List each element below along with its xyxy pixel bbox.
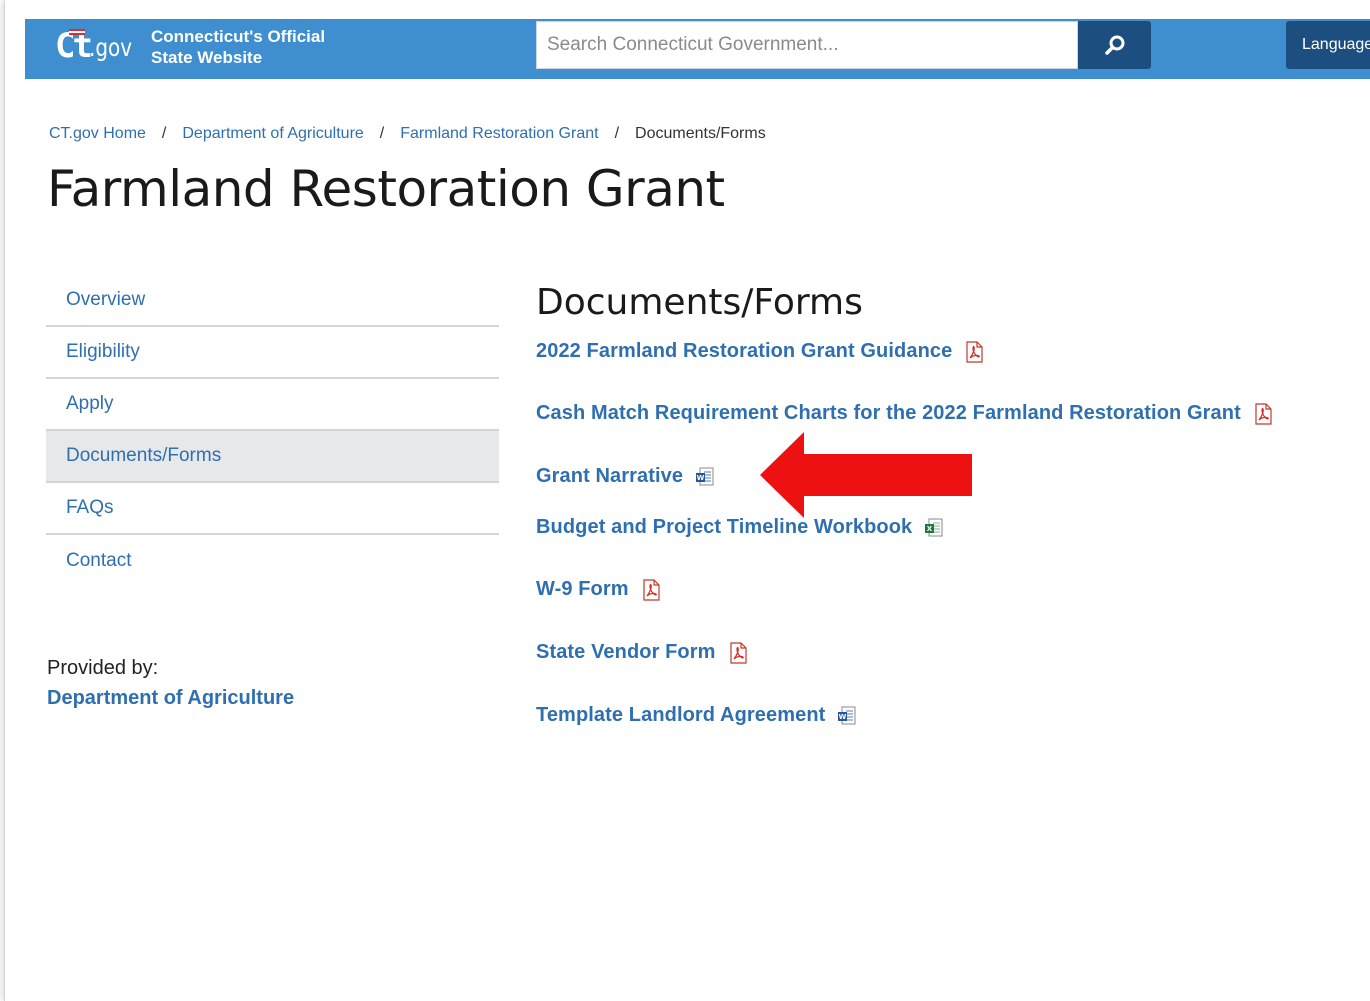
word-doc-icon: W	[838, 706, 856, 724]
breadcrumb-separator: /	[379, 125, 385, 142]
breadcrumb-link-home[interactable]: CT.gov Home	[49, 125, 146, 143]
sidebar-item-label: Apply	[66, 393, 114, 414]
search-input[interactable]	[537, 22, 1077, 68]
documents-section: Documents/Forms 2022 Farmland Restoratio…	[536, 282, 1336, 726]
provided-by: Provided by: Department of Agriculture	[47, 657, 294, 710]
doc-link-label: W-9 Form	[536, 578, 629, 600]
doc-link-label: State Vendor Form	[536, 641, 716, 663]
ct-gov-logo[interactable]: Ct .gov Connecticut's Official State Web…	[55, 22, 325, 72]
breadcrumb-link-agriculture[interactable]: Department of Agriculture	[182, 125, 363, 143]
search-button[interactable]	[1078, 21, 1151, 69]
logo-tagline-line1: Connecticut's Official	[151, 27, 326, 46]
provided-by-department-link[interactable]: Department of Agriculture	[47, 687, 294, 710]
svg-text:X: X	[927, 525, 933, 533]
search-field[interactable]	[536, 21, 1078, 69]
doc-link-guidance[interactable]: 2022 Farmland Restoration Grant Guidance	[536, 340, 984, 363]
site-header: Ct .gov Connecticut's Official State Web…	[25, 19, 1370, 79]
pdf-icon	[643, 578, 660, 601]
logo-gov-text: .gov	[89, 33, 133, 62]
svg-text:W: W	[839, 713, 847, 721]
doc-link-state-vendor-form[interactable]: State Vendor Form	[536, 641, 748, 664]
doc-link-label: Template Landlord Agreement	[536, 704, 826, 726]
breadcrumb: CT.gov Home / Department of Agriculture …	[49, 125, 766, 143]
doc-link-label: 2022 Farmland Restoration Grant Guidance	[536, 340, 953, 362]
sidebar-item-label: Contact	[66, 550, 132, 571]
svg-text:W: W	[697, 474, 705, 482]
page-title: Farmland Restoration Grant	[47, 160, 725, 218]
sidebar-item-label: FAQs	[66, 497, 114, 518]
search-icon	[1104, 35, 1124, 55]
breadcrumb-separator: /	[161, 125, 167, 142]
provided-by-label: Provided by:	[47, 657, 159, 679]
doc-link-cash-match-charts[interactable]: Cash Match Requirement Charts for the 20…	[536, 402, 1273, 425]
sidebar-nav: Overview Eligibility Apply Documents/For…	[46, 275, 499, 587]
sidebar-item-label: Documents/Forms	[66, 445, 222, 466]
sidebar-item-faqs[interactable]: FAQs	[46, 483, 499, 535]
sidebar-item-label: Eligibility	[66, 341, 140, 362]
breadcrumb-separator: /	[614, 125, 620, 142]
sidebar-item-contact[interactable]: Contact	[46, 535, 499, 587]
word-doc-icon: W	[696, 467, 714, 485]
doc-link-label: Cash Match Requirement Charts for the 20…	[536, 402, 1241, 424]
doc-link-template-landlord-agreement[interactable]: Template Landlord Agreement W	[536, 704, 857, 727]
pdf-icon	[966, 340, 983, 363]
doc-link-grant-narrative[interactable]: Grant Narrative W	[536, 465, 715, 488]
sidebar-item-documents-forms[interactable]: Documents/Forms	[46, 431, 499, 483]
sidebar-item-apply[interactable]: Apply	[46, 379, 499, 431]
browser-viewport: Ct .gov Connecticut's Official State Web…	[4, 0, 1370, 1001]
breadcrumb-link-farmland-grant[interactable]: Farmland Restoration Grant	[400, 125, 598, 143]
doc-link-label: Grant Narrative	[536, 465, 684, 487]
language-button[interactable]: Language	[1286, 21, 1370, 69]
documents-heading: Documents/Forms	[536, 282, 863, 323]
pdf-icon	[729, 641, 747, 664]
logo-tagline-line2: State Website	[151, 48, 263, 67]
pdf-icon	[1255, 402, 1272, 425]
sidebar-item-label: Overview	[66, 289, 146, 310]
logo-tagline: Connecticut's Official State Website	[151, 26, 325, 68]
doc-link-w9-form[interactable]: W-9 Form	[536, 578, 661, 601]
ct-gov-logo-mark: Ct .gov	[55, 22, 137, 72]
sidebar-item-overview[interactable]: Overview	[46, 275, 499, 327]
breadcrumb-current: Documents/Forms	[635, 125, 766, 142]
red-arrow-annotation	[760, 432, 972, 518]
flag-icon	[69, 29, 85, 35]
sidebar-item-eligibility[interactable]: Eligibility	[46, 327, 499, 379]
language-label: Language	[1302, 36, 1370, 53]
